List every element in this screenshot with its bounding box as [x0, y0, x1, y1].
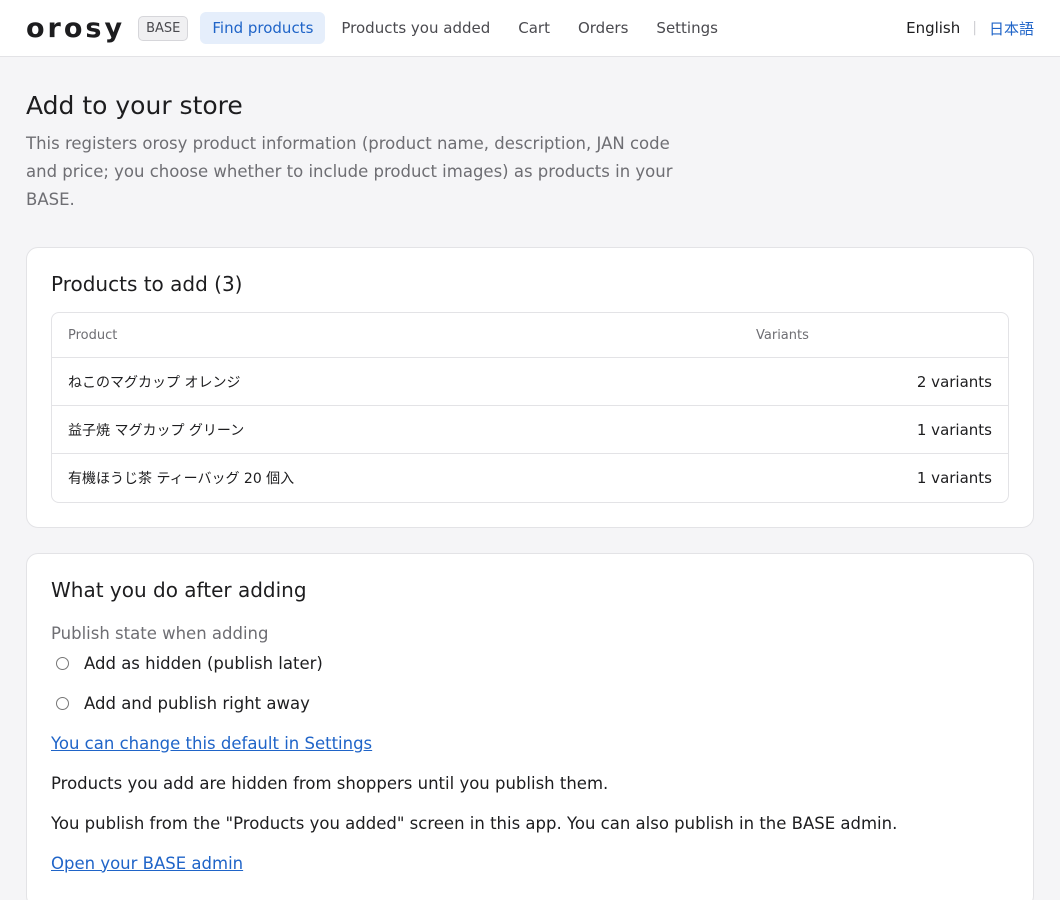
column-header-product: Product: [68, 327, 118, 343]
product-name: 益子焼 マグカップ グリーン: [68, 422, 245, 439]
publish-state-label: Publish state when adding: [51, 624, 269, 643]
table-row: ねこのマグカップ オレンジ 2 variants: [52, 358, 1008, 406]
main-content: Add to your store This registers orosy p…: [0, 91, 1060, 900]
nav-cart[interactable]: Cart: [506, 12, 562, 44]
lang-japanese[interactable]: 日本語: [989, 18, 1034, 39]
radio-publish-now[interactable]: Add and publish right away: [51, 683, 1009, 723]
page-title: Add to your store: [26, 91, 243, 120]
column-header-variants: Variants: [756, 327, 809, 343]
language-switcher: English | 日本語: [906, 18, 1034, 39]
table-row: 有機ほうじ茶 ティーバッグ 20 個入 1 variants: [52, 454, 1008, 502]
base-admin-link[interactable]: Open your BASE admin: [51, 854, 243, 873]
product-name: 有機ほうじ茶 ティーバッグ 20 個入: [68, 471, 295, 487]
publish-state-radio-group: Add as hidden (publish later) Add and pu…: [51, 643, 1009, 723]
product-variants: 1 variants: [916, 420, 992, 439]
table-row: 益子焼 マグカップ グリーン 1 variants: [52, 406, 1008, 454]
top-nav-bar: orosy BASE Find products Products you ad…: [0, 0, 1060, 57]
product-variants: 2 variants: [916, 372, 992, 391]
lang-divider: |: [972, 20, 977, 36]
hidden-note: Products you add are hidden from shopper…: [51, 773, 609, 793]
settings-link-row: You can change this default in Settings: [51, 723, 1009, 763]
product-variants: 1 variants: [916, 469, 992, 487]
products-table: Product Variants ねこのマグカップ オレンジ 2 variant…: [51, 312, 1009, 503]
nav-orders[interactable]: Orders: [566, 12, 640, 44]
product-name: ねこのマグカップ オレンジ: [68, 374, 241, 391]
base-badge: BASE: [138, 15, 189, 41]
products-card-title: Products to add (3): [51, 272, 243, 296]
radio-label: Add and publish right away: [84, 693, 310, 713]
note-row: Products you add are hidden from shopper…: [51, 763, 1009, 803]
nav-settings[interactable]: Settings: [644, 12, 730, 44]
radio-label: Add as hidden (publish later): [84, 653, 323, 673]
note-row: You publish from the "Products you added…: [51, 803, 1009, 843]
radio-add-hidden[interactable]: Add as hidden (publish later): [51, 643, 1009, 683]
lang-english[interactable]: English: [906, 19, 960, 37]
table-header: Product Variants: [52, 313, 1008, 358]
main-nav: Find products Products you added Cart Or…: [200, 12, 734, 44]
admin-link-row: Open your BASE admin: [51, 843, 1009, 883]
radio-button-icon[interactable]: [56, 656, 69, 670]
nav-products-you-added[interactable]: Products you added: [329, 12, 502, 44]
radio-button-icon[interactable]: [56, 696, 69, 710]
after-adding-card: What you do after adding Publish state w…: [26, 553, 1034, 900]
nav-find-products[interactable]: Find products: [200, 12, 326, 44]
settings-default-link[interactable]: You can change this default in Settings: [51, 734, 372, 753]
publish-note: You publish from the "Products you added…: [51, 813, 898, 833]
products-to-add-card: Products to add (3) Product Variants ねこの…: [26, 247, 1034, 528]
orosy-logo[interactable]: orosy: [26, 13, 125, 44]
after-card-title: What you do after adding: [51, 578, 307, 602]
page-description: This registers orosy product information…: [26, 134, 673, 209]
